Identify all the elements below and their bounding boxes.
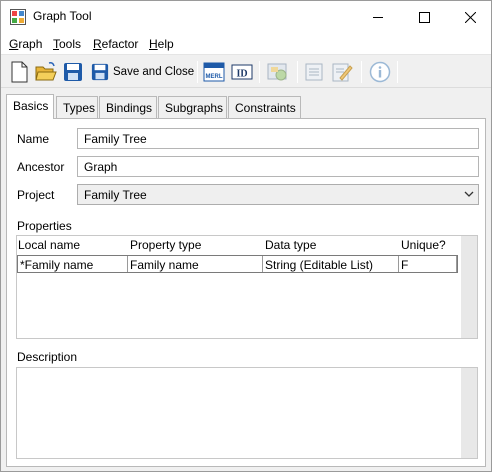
save-icon (64, 63, 82, 81)
project-label: Project (17, 188, 55, 202)
properties-scrollbar[interactable] (461, 236, 477, 338)
toolbar-separator (197, 61, 198, 83)
name-input[interactable]: Family Tree (77, 128, 479, 149)
new-document-icon (11, 61, 28, 83)
table-row[interactable]: *Family name Family name String (Editabl… (17, 255, 458, 273)
save-icon (91, 63, 109, 81)
tab-basics[interactable]: Basics (6, 94, 54, 119)
menu-refactor[interactable]: Refactor (93, 37, 138, 51)
cell-data-type[interactable]: String (Editable List) (263, 256, 399, 272)
toolbar-separator (397, 61, 398, 83)
tab-constraints[interactable]: Constraints (228, 96, 301, 118)
info-button-disabled[interactable] (369, 60, 391, 84)
description-textarea[interactable] (16, 367, 478, 459)
close-button[interactable] (447, 1, 492, 33)
cell-local-name[interactable]: *Family name (18, 256, 128, 272)
project-select[interactable]: Family Tree (77, 184, 479, 205)
save-and-close-button[interactable]: Save and Close (91, 60, 194, 84)
cell-unique[interactable]: F (399, 256, 457, 272)
toolbar-separator (259, 61, 260, 83)
ancestor-input[interactable]: Graph (77, 156, 479, 177)
column-local-name[interactable]: Local name (18, 238, 80, 252)
minimize-button[interactable] (355, 1, 401, 33)
graph-tool-window: Graph Tool Graph Tools Refactor Help Sav… (0, 0, 492, 472)
save-button[interactable] (63, 60, 83, 84)
id-icon: ID (231, 64, 253, 80)
tab-types[interactable]: Types (56, 96, 98, 118)
ancestor-label: Ancestor (17, 160, 65, 174)
edit-pencil-icon (332, 63, 353, 82)
menu-graph-mnemonic: G (9, 37, 19, 51)
image-icon (267, 63, 287, 81)
merl-icon-text: MERL (206, 74, 223, 80)
menu-help[interactable]: Help (149, 37, 174, 51)
name-label: Name (17, 132, 50, 146)
column-property-type[interactable]: Property type (130, 238, 201, 252)
toolbar: Save and Close MERL ID (1, 56, 491, 88)
title-bar: Graph Tool (1, 1, 491, 33)
tab-bindings[interactable]: Bindings (99, 96, 157, 118)
menu-tools-label: ools (59, 37, 82, 51)
info-icon (369, 61, 391, 83)
properties-button-disabled[interactable] (304, 60, 324, 84)
merl-button[interactable]: MERL (203, 60, 225, 84)
menu-tools[interactable]: Tools (53, 37, 81, 51)
window-title: Graph Tool (33, 9, 92, 23)
merl-icon: MERL (203, 62, 225, 82)
maximize-button[interactable] (401, 1, 447, 33)
id-button[interactable]: ID (231, 60, 253, 84)
save-and-close-label: Save and Close (113, 66, 195, 78)
document-list-icon (305, 63, 323, 81)
open-button[interactable] (35, 60, 57, 84)
toolbar-separator (297, 61, 298, 83)
minimize-icon (372, 16, 383, 18)
properties-table: Local name Property type Data type Uniqu… (16, 235, 478, 339)
close-icon (464, 11, 476, 23)
project-select-value: Family Tree (84, 188, 147, 202)
new-button[interactable] (9, 60, 29, 84)
maximize-icon (418, 11, 430, 23)
menu-bar: Graph Tools Refactor Help (1, 33, 491, 55)
menu-graph-label: raph (18, 37, 43, 51)
toolbar-separator (361, 61, 362, 83)
app-icon (10, 9, 26, 25)
menu-refactor-mnemonic: R (93, 37, 102, 51)
properties-label: Properties (17, 219, 72, 233)
column-unique[interactable]: Unique? (401, 238, 446, 252)
image-button-disabled[interactable] (267, 60, 289, 84)
tab-subgraphs[interactable]: Subgraphs (158, 96, 227, 118)
cell-property-type[interactable]: Family name (128, 256, 263, 272)
id-icon-text: ID (236, 69, 247, 80)
properties-table-header: Local name Property type Data type Uniqu… (17, 236, 463, 254)
chevron-down-icon (464, 191, 474, 197)
description-label: Description (17, 350, 78, 364)
column-data-type[interactable]: Data type (265, 238, 316, 252)
edit-button-disabled[interactable] (331, 60, 353, 84)
menu-refactor-label: efactor (101, 37, 139, 51)
menu-graph[interactable]: Graph (9, 37, 42, 51)
menu-help-mnemonic: H (149, 37, 158, 51)
open-folder-icon (35, 62, 57, 81)
description-scrollbar[interactable] (461, 368, 477, 458)
menu-help-label: elp (157, 37, 174, 51)
